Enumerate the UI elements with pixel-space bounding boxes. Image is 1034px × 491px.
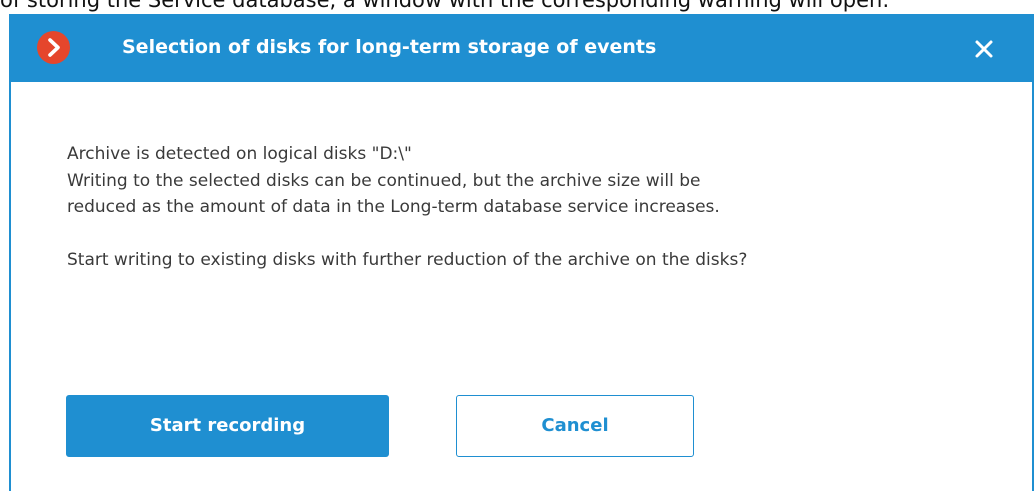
dialog-message: Archive is detected on logical disks "D:… (67, 141, 1007, 273)
message-line-archive-detected: Archive is detected on logical disks "D:… (67, 144, 412, 164)
message-line-archive-reduced: reduced as the amount of data in the Lon… (67, 197, 720, 217)
screenshot-stage: of storing the Service database, a windo… (0, 0, 1034, 491)
message-line-writing-continued: Writing to the selected disks can be con… (67, 170, 701, 191)
document-caption-text: of storing the Service database, a windo… (0, 0, 890, 12)
cancel-button[interactable]: Cancel (456, 395, 694, 457)
dialog-title: Selection of disks for long-term storage… (122, 36, 657, 58)
message-question: Start writing to existing disks with fur… (67, 249, 748, 270)
disk-selection-dialog: Selection of disks for long-term storage… (9, 14, 1034, 491)
close-button[interactable] (967, 32, 1001, 66)
app-logo-icon (37, 31, 70, 64)
close-icon (975, 40, 993, 58)
start-recording-button[interactable]: Start recording (66, 395, 389, 457)
dialog-titlebar: Selection of disks for long-term storage… (9, 14, 1034, 82)
